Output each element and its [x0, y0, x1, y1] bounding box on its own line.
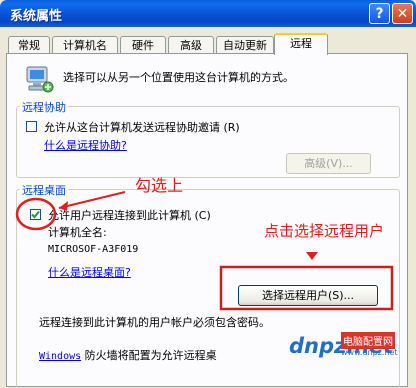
- annotation-check-hint: 勾选上: [135, 176, 184, 195]
- down-arrow-icon: [306, 252, 318, 260]
- checkbox-highlight-circle: [15, 197, 57, 231]
- watermark: dnpz.net 电脑配置网 www.dnpz.net: [289, 326, 407, 386]
- tab-advanced[interactable]: 高级: [168, 36, 214, 53]
- system-properties-window: 系统属性 ? ✕ 常规 计算机名 硬件 高级 自动更新 远程 选择可以从另一个位…: [0, 0, 416, 388]
- close-button[interactable]: ✕: [392, 3, 413, 24]
- annotation-arrowhead: [59, 201, 68, 211]
- remote-tab-panel: 选择可以从另一个位置使用这台计算机的方式。 远程协助 允许从这台计算机发送远程协…: [6, 53, 408, 388]
- tab-computer-name[interactable]: 计算机名: [52, 36, 118, 53]
- tab-hardware[interactable]: 硬件: [120, 36, 166, 53]
- title-bar[interactable]: 系统属性 ? ✕: [0, 0, 416, 27]
- annotation-arrow: [58, 191, 126, 209]
- tab-automatic-updates[interactable]: 自动更新: [216, 36, 274, 53]
- tab-strip: 常规 计算机名 硬件 高级 自动更新 远程: [0, 33, 416, 55]
- annotation-click-hint: 点击选择远程用户: [264, 222, 385, 240]
- watermark-url: www.dnpz.net: [341, 348, 398, 357]
- button-highlight-box: [219, 265, 394, 311]
- tab-remote[interactable]: 远程: [274, 33, 328, 55]
- tab-general[interactable]: 常规: [8, 36, 50, 53]
- help-button[interactable]: ?: [369, 3, 390, 24]
- watermark-site: 电脑配置网: [341, 332, 395, 349]
- window-title: 系统属性: [10, 9, 63, 24]
